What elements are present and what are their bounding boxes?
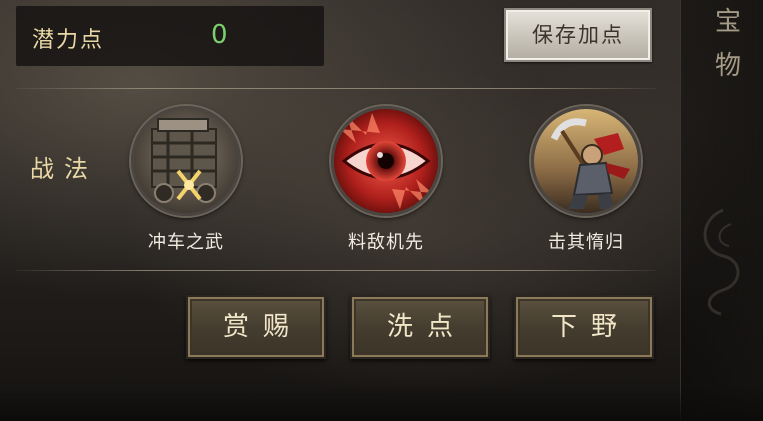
general-detail-panel: 潜力点 0 保存加点 战法 冲车之武 料敌机先 击其惰归 赏赐 洗点 下野 宝物 (0, 0, 763, 421)
potential-points-label: 潜力点 (32, 28, 105, 53)
reward-button[interactable]: 赏赐 (186, 295, 326, 359)
skill-name-3: 击其惰归 (548, 232, 624, 253)
divider-top (16, 88, 656, 89)
reset-points-button[interactable]: 洗点 (350, 295, 490, 359)
right-side-panel: 宝物 (680, 0, 763, 421)
skill-name-2: 料敌机先 (348, 232, 424, 253)
skill-slot-2[interactable]: 料敌机先 (326, 106, 446, 254)
warrior-axe-icon[interactable] (531, 106, 641, 216)
save-points-button[interactable]: 保存加点 (504, 8, 652, 62)
potential-points-value: 0 (211, 20, 228, 50)
swirl-ornament-icon (703, 208, 740, 316)
treasure-tab[interactable]: 宝物 (713, 0, 743, 88)
skill-name-1: 冲车之武 (148, 232, 224, 253)
potential-points-bar: 潜力点 0 (16, 6, 324, 66)
tactics-label: 战法 (30, 155, 98, 183)
red-eye-icon[interactable] (331, 106, 441, 216)
divider-bottom (16, 270, 656, 271)
skill-slot-3[interactable]: 击其惰归 (526, 106, 646, 254)
dismiss-button[interactable]: 下野 (514, 295, 654, 359)
siege-cart-icon[interactable] (131, 106, 241, 216)
skill-slot-1[interactable]: 冲车之武 (126, 106, 246, 254)
